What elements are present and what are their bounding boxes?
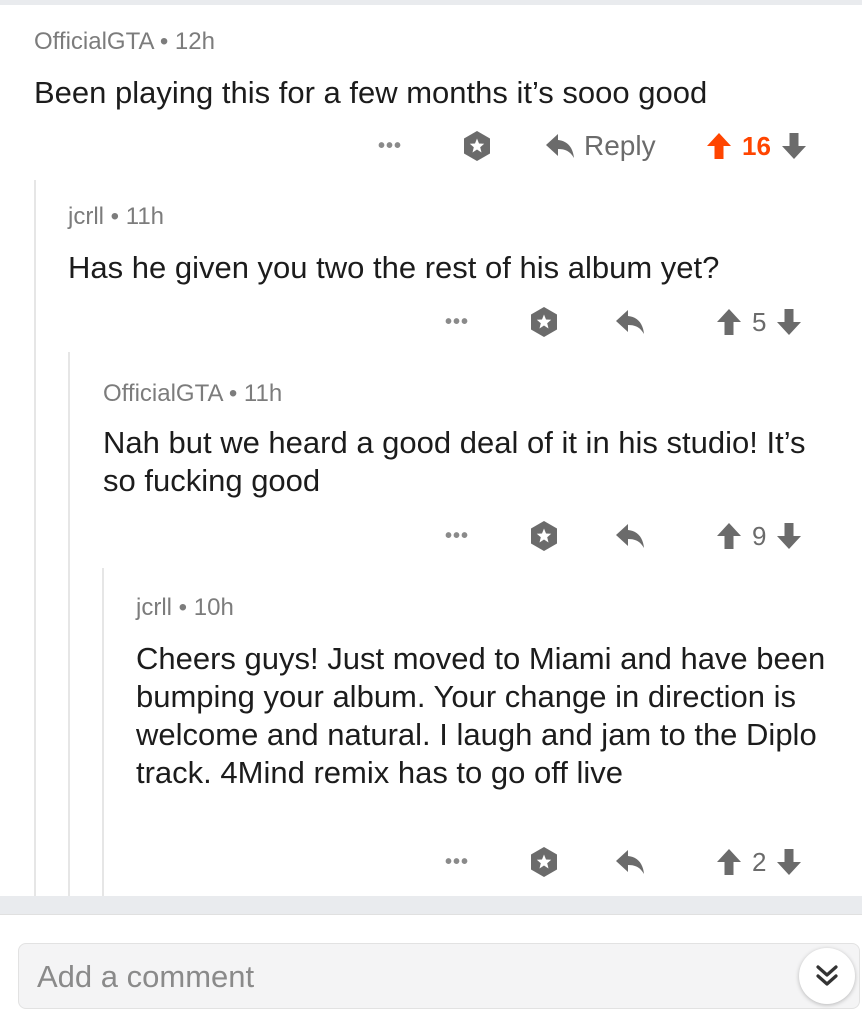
vote-score: 16 <box>742 130 771 161</box>
comment-meta: OfficialGTA • 11h <box>103 380 282 408</box>
arrow-down-icon[interactable] <box>781 131 807 161</box>
arrow-down-icon[interactable] <box>776 847 802 877</box>
vote-controls: 16 <box>706 126 807 166</box>
vote-score: 2 <box>752 846 767 877</box>
comment-actions: ••• 5 <box>0 302 862 342</box>
meta-separator: • <box>159 28 169 55</box>
vote-controls: 9 <box>716 516 802 556</box>
comment-meta: OfficialGTA • 12h <box>34 28 215 56</box>
reply-arrow-icon <box>616 310 644 334</box>
add-comment-input[interactable] <box>35 954 779 1000</box>
vote-controls: 2 <box>716 842 802 882</box>
vote-score: 5 <box>752 306 767 337</box>
star-badge-icon <box>531 307 557 337</box>
vote-score: 9 <box>752 520 767 551</box>
meta-separator: • <box>228 380 238 407</box>
comment-actions: ••• Reply 16 <box>0 126 862 166</box>
comment-body: Has he given you two the rest of his alb… <box>68 250 720 285</box>
comment-composer-bar <box>0 914 862 1025</box>
comment-author[interactable]: jcrll <box>136 594 172 621</box>
arrow-down-icon[interactable] <box>776 521 802 551</box>
arrow-up-icon[interactable] <box>716 307 742 337</box>
star-badge-icon <box>464 131 490 161</box>
top-divider <box>0 0 862 5</box>
reply-arrow-icon <box>616 850 644 874</box>
comment-time: 10h <box>193 594 234 621</box>
comment-meta: jcrll • 11h <box>68 203 164 231</box>
more-dots-icon: ••• <box>445 310 470 333</box>
more-dots-icon: ••• <box>378 134 403 157</box>
more-options-button[interactable]: ••• <box>445 842 469 882</box>
thread-line[interactable] <box>68 352 70 896</box>
arrow-up-icon[interactable] <box>716 847 742 877</box>
reply-button[interactable]: Reply <box>544 126 656 166</box>
more-options-button[interactable]: ••• <box>445 516 469 556</box>
save-button[interactable] <box>527 516 561 556</box>
star-badge-icon <box>531 847 557 877</box>
more-dots-icon: ••• <box>445 524 470 547</box>
vote-controls: 5 <box>716 302 802 342</box>
arrow-down-icon[interactable] <box>776 307 802 337</box>
comment-meta: jcrll • 10h <box>136 594 234 622</box>
reply-arrow-icon <box>546 134 574 158</box>
section-divider <box>0 896 862 914</box>
star-badge-icon <box>531 521 557 551</box>
comment-author[interactable]: jcrll <box>68 203 104 230</box>
comment-actions: ••• 9 <box>0 516 862 556</box>
comment-author[interactable]: OfficialGTA <box>103 380 222 407</box>
more-dots-icon: ••• <box>445 850 470 873</box>
comment-time: 12h <box>174 28 215 55</box>
comment-body: Been playing this for a few months it’s … <box>34 75 708 110</box>
save-button[interactable] <box>527 842 561 882</box>
collapse-button[interactable] <box>799 948 855 1004</box>
reply-button[interactable] <box>614 516 646 556</box>
double-chevron-down-icon <box>816 965 838 986</box>
comment-actions: ••• 2 <box>0 842 862 882</box>
more-options-button[interactable]: ••• <box>378 126 402 166</box>
reply-arrow-icon <box>616 524 644 548</box>
meta-separator: • <box>178 594 188 621</box>
add-comment-box[interactable] <box>18 943 860 1009</box>
reply-button[interactable] <box>614 842 646 882</box>
reply-label: Reply <box>584 130 656 161</box>
save-button[interactable] <box>460 126 494 166</box>
more-options-button[interactable]: ••• <box>445 302 469 342</box>
comment-body: Cheers guys! Just moved to Miami and hav… <box>136 641 826 790</box>
arrow-up-icon[interactable] <box>706 131 732 161</box>
arrow-up-icon[interactable] <box>716 521 742 551</box>
comment-time: 11h <box>125 203 165 230</box>
comment-body: Nah but we heard a good deal of it in hi… <box>103 425 806 498</box>
meta-separator: • <box>110 203 120 230</box>
reply-button[interactable] <box>614 302 646 342</box>
comment-author[interactable]: OfficialGTA <box>34 28 153 55</box>
comment-time: 11h <box>243 380 283 407</box>
save-button[interactable] <box>527 302 561 342</box>
